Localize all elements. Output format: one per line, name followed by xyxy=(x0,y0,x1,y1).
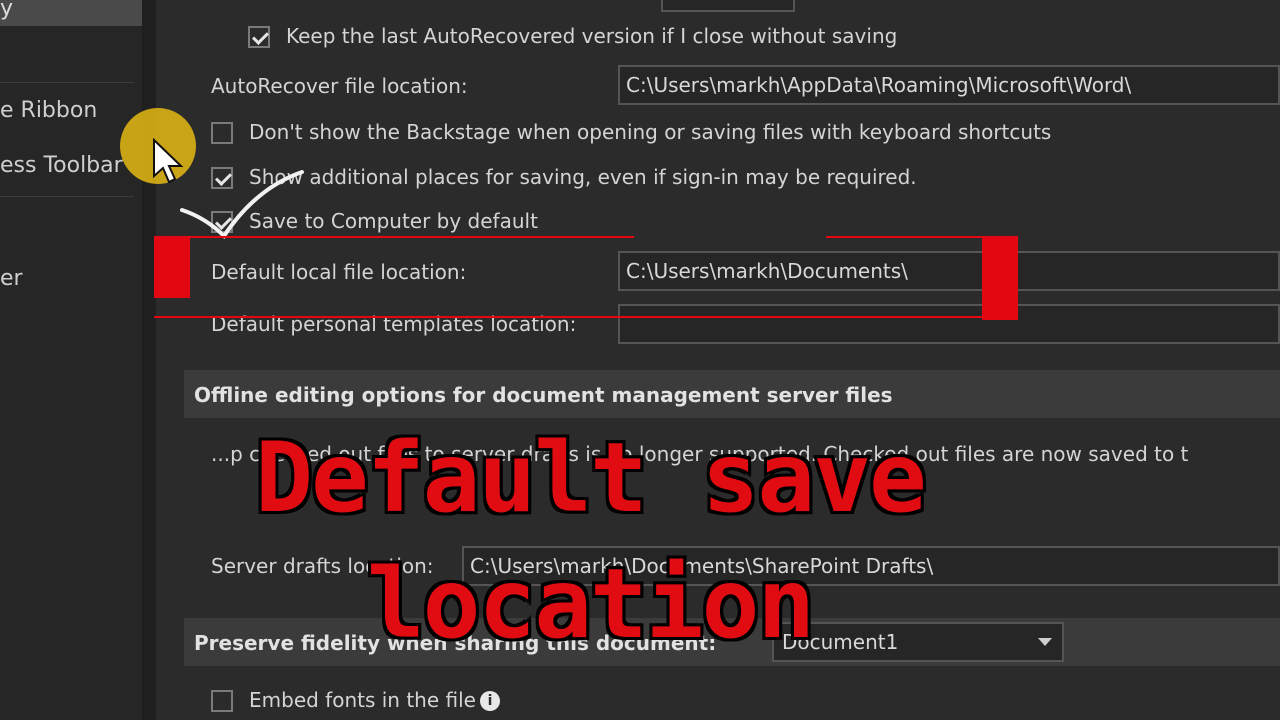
offline-editing-section-header: Offline editing options for document man… xyxy=(184,370,1280,418)
sidebar-item-label: er xyxy=(0,266,23,291)
autorecover-minutes-field[interactable] xyxy=(661,0,795,12)
dont-show-backstage-checkbox[interactable] xyxy=(211,122,233,144)
sidebar-item-label: y xyxy=(0,0,14,21)
embed-fonts-label: Embed fonts in the file xyxy=(249,688,476,712)
embed-fonts-checkbox[interactable] xyxy=(211,690,233,712)
sidebar-item-label: ess Toolbar xyxy=(0,153,123,178)
autorecover-location-label: AutoRecover file location: xyxy=(211,74,468,98)
sidebar-item-label: e Ribbon xyxy=(0,98,98,123)
highlight-frame-bottom xyxy=(154,316,982,318)
sidebar-item-selected[interactable]: y xyxy=(0,0,142,26)
default-local-location-input[interactable]: C:\Users\markh\Documents\ xyxy=(618,251,1280,291)
sidebar-item-quick-access-toolbar[interactable]: ess Toolbar xyxy=(0,153,123,178)
default-local-location-label: Default local file location: xyxy=(211,260,467,284)
show-additional-places-label: Show additional places for saving, even … xyxy=(249,165,917,189)
sidebar-item-trust-center[interactable]: er xyxy=(0,266,23,291)
dont-show-backstage-label: Don't show the Backstage when opening or… xyxy=(249,120,1052,144)
autorecover-location-input[interactable]: C:\Users\markh\AppData\Roaming\Microsoft… xyxy=(618,65,1280,105)
keep-last-autorecovered-checkbox[interactable] xyxy=(248,26,270,48)
sidebar-separator xyxy=(0,82,134,83)
embed-fonts-row: Embed fonts in the file i xyxy=(249,688,500,712)
default-templates-location-input[interactable] xyxy=(618,304,1280,344)
highlight-frame-top xyxy=(190,236,634,238)
info-icon[interactable]: i xyxy=(479,691,500,711)
overlay-title-line-2: location xyxy=(364,548,818,660)
checkmark-annotation-icon xyxy=(180,170,304,240)
overlay-title-line-1: Default save xyxy=(252,422,930,534)
highlight-frame-right xyxy=(982,236,1018,320)
highlight-frame-top xyxy=(826,236,982,238)
sidebar-item-customize-ribbon[interactable]: e Ribbon xyxy=(0,98,97,123)
highlight-frame-left xyxy=(154,236,190,298)
keep-last-autorecovered-label: Keep the last AutoRecovered version if I… xyxy=(286,24,898,48)
sidebar-separator xyxy=(0,196,134,197)
